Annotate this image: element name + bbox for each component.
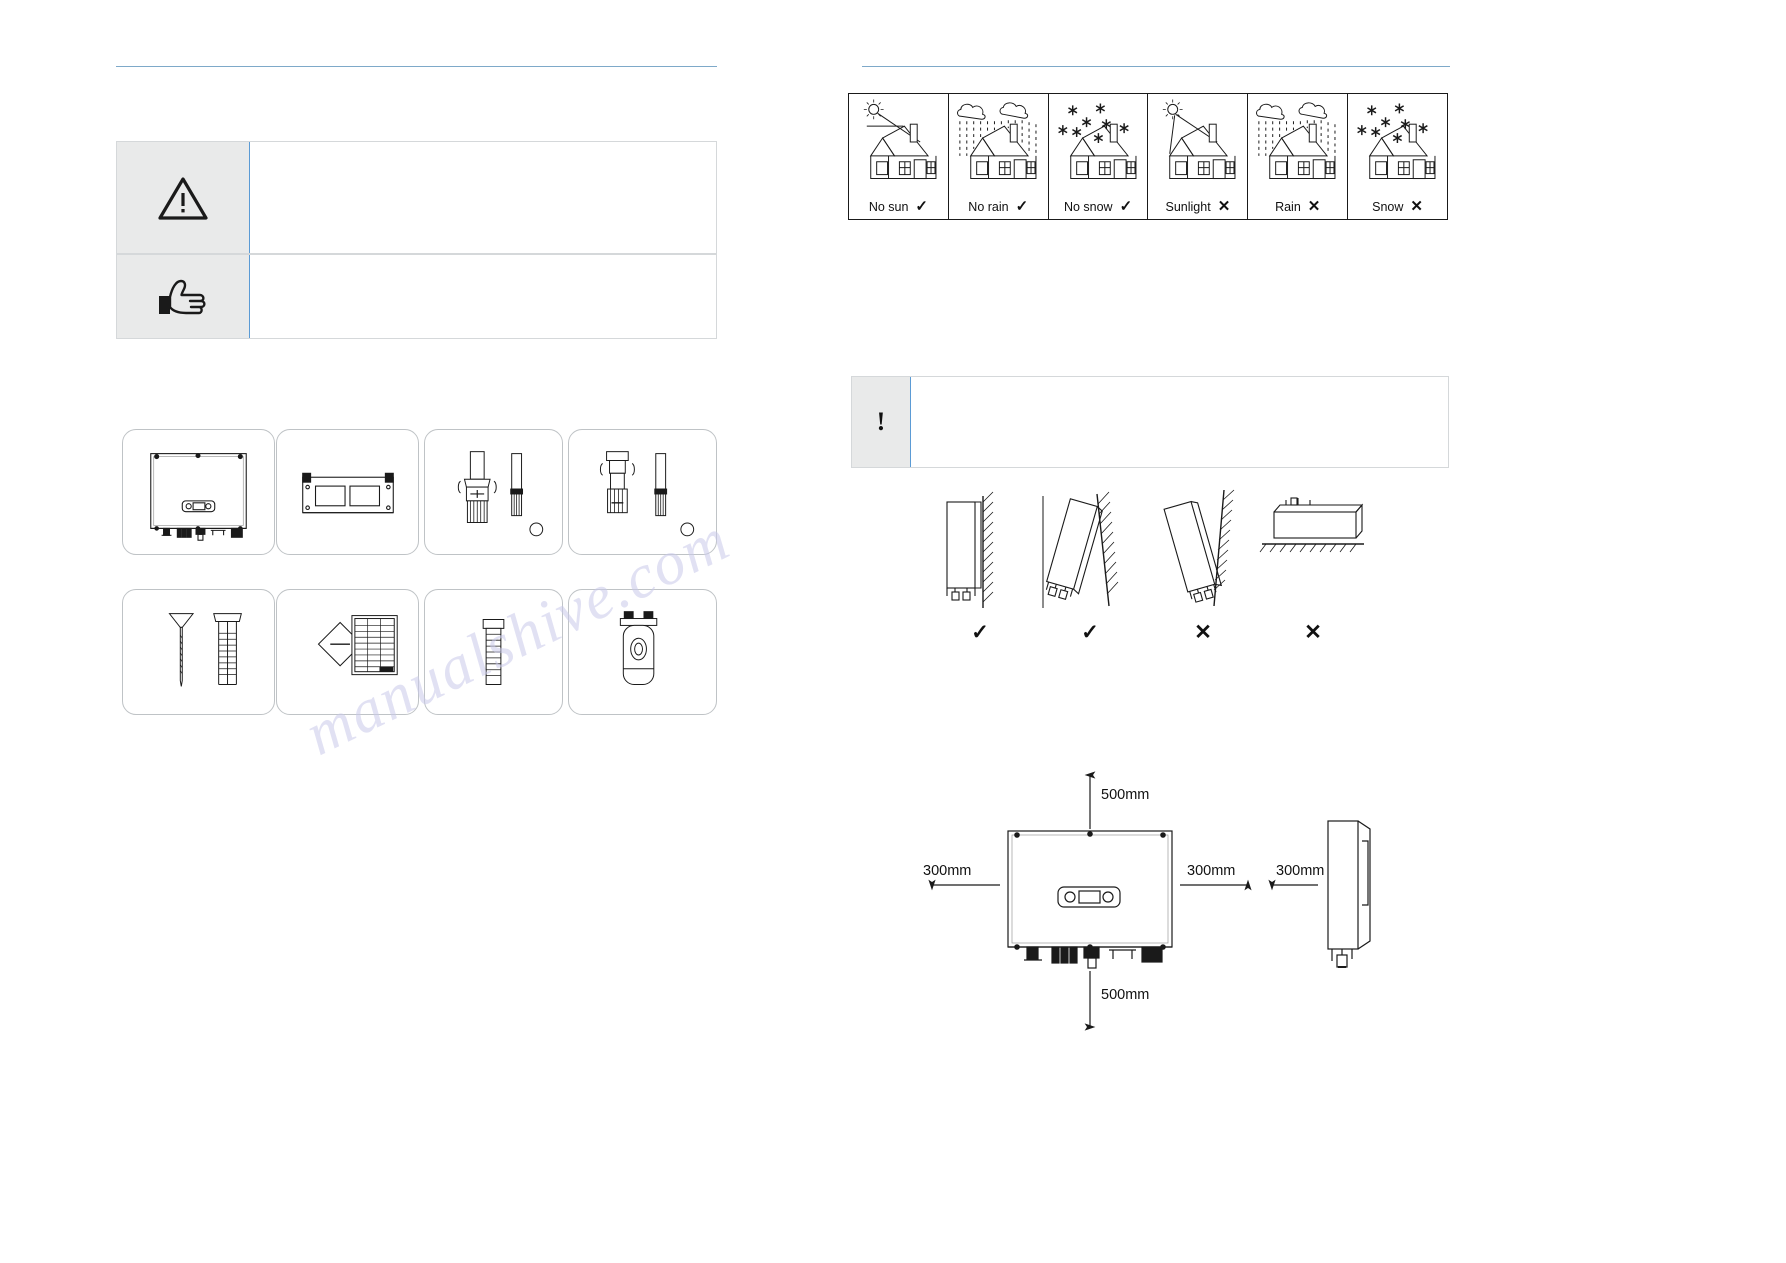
left-column-header-rule xyxy=(116,66,717,67)
packing-item-pv-connector-negative xyxy=(568,429,717,555)
packing-item-inverter xyxy=(122,429,275,555)
site-condition-label-row: Snow ✕ xyxy=(1348,199,1447,214)
mount-orientation-horizontal: ✕ xyxy=(1258,488,1368,644)
house-snow-exposed-icon xyxy=(1348,94,1447,187)
right-column-header-rule xyxy=(862,66,1450,67)
mount-horizontal-icon xyxy=(1259,497,1364,553)
packing-item-pv-connector-positive xyxy=(424,429,563,555)
site-condition-label-row: No sun ✓ xyxy=(849,199,948,214)
site-condition-mark: ✕ xyxy=(1307,198,1321,215)
site-condition-mark: ✕ xyxy=(1217,198,1231,215)
house-sun-shaded-icon xyxy=(849,94,948,187)
site-condition-mark: ✓ xyxy=(1119,198,1133,215)
packing-item-bolt xyxy=(424,589,563,715)
mounting-orientation-row: ✓ ✓ ✕ ✕ xyxy=(925,488,1365,648)
clearance-diagram: 500mm 500mm 300mm 300mm 300mm xyxy=(880,755,1400,1055)
packing-item-bracket xyxy=(276,429,419,555)
site-condition-panel: No rain ✓ xyxy=(949,94,1049,219)
site-condition-panel: No snow ✓ xyxy=(1049,94,1149,219)
pv-connector-positive-icon xyxy=(457,451,544,537)
documentation-icon xyxy=(317,615,398,676)
site-condition-panel: Snow ✕ xyxy=(1348,94,1447,219)
house-sun-exposed-icon xyxy=(1148,94,1247,187)
site-conditions-strip: No sun ✓ No rain ✓ No snow ✓ Sunlight ✕ … xyxy=(848,93,1448,220)
bolt-screw-icon xyxy=(482,619,505,685)
site-condition-label-row: Rain ✕ xyxy=(1248,199,1347,214)
house-rain-shaded-icon xyxy=(949,94,1048,187)
pointing-hand-icon xyxy=(159,279,206,314)
site-condition-panel: Rain ✕ xyxy=(1248,94,1349,219)
clearance-bottom-label: 500mm xyxy=(1101,987,1150,1003)
mounting-bracket-icon xyxy=(302,472,394,514)
clearance-left-label: 300mm xyxy=(923,863,972,879)
warning-icon-cell xyxy=(117,142,250,253)
site-condition-label: No rain xyxy=(968,199,1009,214)
wifi-dongle-icon xyxy=(619,611,658,685)
house-rain-exposed-icon xyxy=(1248,94,1347,187)
note-text xyxy=(250,255,716,338)
site-condition-label: No snow xyxy=(1063,199,1113,214)
site-condition-label: Sunlight xyxy=(1165,199,1211,214)
expansion-screws-icon xyxy=(168,613,242,687)
clearance-side-label: 300mm xyxy=(1276,863,1325,879)
mount-tilted-forward-icon xyxy=(1163,489,1235,607)
notice-callout-box: ! xyxy=(851,376,1449,468)
warning-text xyxy=(250,142,716,253)
pv-connector-negative-icon xyxy=(599,451,695,537)
house-snow-shaded-icon xyxy=(1049,94,1148,187)
mount-orientation-tilted-back: ✓ xyxy=(1035,488,1145,644)
mount-orientation-tilted-forward: ✕ xyxy=(1148,488,1258,644)
site-condition-label: Rain xyxy=(1275,199,1301,214)
site-condition-mark: ✓ xyxy=(915,198,928,215)
clearance-top-label: 500mm xyxy=(1101,787,1150,803)
packing-item-screws xyxy=(122,589,275,715)
manual-page: No sun ✓ No rain ✓ No snow ✓ Sunlight ✕ … xyxy=(0,0,1786,1263)
site-condition-label-row: Sunlight ✕ xyxy=(1148,199,1247,214)
inverter-unit-icon xyxy=(150,453,247,541)
warning-callout-box xyxy=(116,141,717,254)
site-condition-label-row: No rain ✓ xyxy=(949,199,1048,214)
mount-vertical-icon xyxy=(946,491,994,608)
packing-item-wifi-dongle xyxy=(568,589,717,715)
mount-tilted-back-icon xyxy=(1042,491,1119,608)
notice-text xyxy=(985,377,1448,467)
mount-orientation-vertical: ✓ xyxy=(925,488,1035,644)
packing-item-documentation xyxy=(276,589,419,715)
site-condition-label: No sun xyxy=(868,199,909,214)
warning-triangle-icon xyxy=(158,176,208,220)
site-condition-panel: Sunlight ✕ xyxy=(1148,94,1249,219)
mount-orientation-mark: ✓ xyxy=(971,621,989,644)
site-condition-mark: ✓ xyxy=(1015,198,1029,215)
site-condition-label-row: No snow ✓ xyxy=(1049,199,1148,214)
exclamation-icon: ! xyxy=(876,407,886,436)
mount-orientation-mark: ✕ xyxy=(1194,621,1212,644)
clearance-right-label: 300mm xyxy=(1187,863,1236,879)
site-condition-panel: No sun ✓ xyxy=(849,94,949,219)
site-condition-label: Snow xyxy=(1372,199,1404,214)
note-callout-box xyxy=(116,254,717,339)
notice-icon-cell: ! xyxy=(852,377,911,467)
site-condition-mark: ✕ xyxy=(1410,198,1423,215)
mount-orientation-mark: ✓ xyxy=(1081,621,1099,644)
mount-orientation-mark: ✕ xyxy=(1304,621,1322,644)
note-icon-cell xyxy=(117,255,250,338)
